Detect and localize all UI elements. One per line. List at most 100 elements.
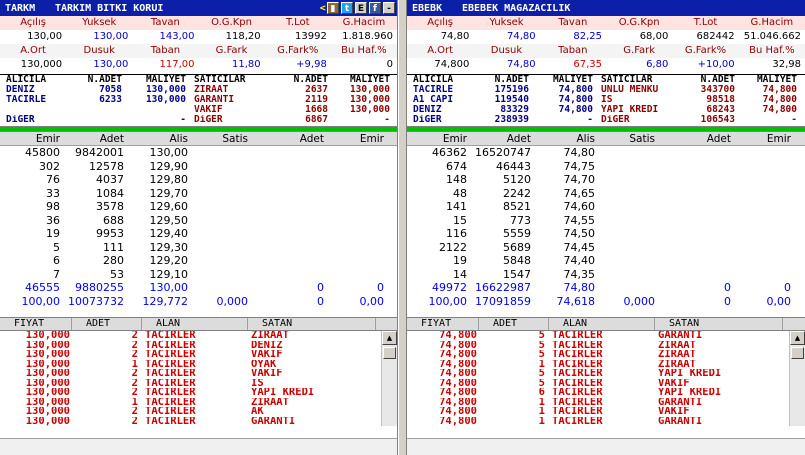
summary-value: 11,80 bbox=[198, 58, 265, 72]
summary-label: Bu Haf.% bbox=[738, 44, 805, 58]
broker-cell: - bbox=[587, 115, 593, 125]
broker-row[interactable]: DiGER - DiGER 6867- bbox=[0, 115, 397, 125]
depth-row[interactable]: 7 53 129,10 bbox=[0, 268, 397, 282]
depth-row[interactable]: 6 280 129,20 bbox=[0, 254, 397, 268]
trades-scrollbar[interactable]: ▲ bbox=[381, 331, 397, 426]
trade-row[interactable]: 130,000 2 TACIRLER VAKIF bbox=[0, 350, 397, 360]
depth-row[interactable]: 76 4037 129,80 bbox=[0, 173, 397, 187]
depth-cell bbox=[659, 160, 735, 174]
broker-row[interactable]: A1 CAPI 119540 74,800 IS 98518 74,800 bbox=[407, 95, 805, 105]
broker-cell: DiGER bbox=[6, 115, 35, 125]
broker-row[interactable]: DiGER 238939- DiGER 106543- bbox=[407, 115, 805, 125]
trade-row[interactable]: 130,000 2 TACIRLER ZIRAAT bbox=[0, 331, 397, 341]
depth-cell bbox=[192, 214, 252, 228]
depth-cell bbox=[599, 146, 659, 160]
trade-row[interactable]: 74,800 5 TACIRLER ZIRAAT bbox=[407, 341, 805, 351]
trades-col-header: FIYAT bbox=[0, 318, 72, 330]
depth-cell: 19 bbox=[453, 254, 467, 267]
broker-row[interactable]: TACIRLE 175196 74,800 UNLU MENKU 343700 74,80… bbox=[407, 85, 805, 95]
depth-col-header: Alis bbox=[169, 133, 189, 145]
e-icon[interactable]: E bbox=[355, 2, 367, 14]
trade-row[interactable]: 130,000 2 TACIRLER IS bbox=[0, 379, 397, 389]
trade-row[interactable]: 74,800 6 TACIRLER YAPI KREDI bbox=[407, 388, 805, 398]
trade-row[interactable]: 130,000 1 TACIRLER OYAK bbox=[0, 360, 397, 370]
trade-cell: TACIRLER bbox=[145, 416, 196, 426]
broker-row[interactable]: VAKIF 1668 130,000 bbox=[0, 105, 397, 115]
depth-cell bbox=[735, 214, 799, 228]
trade-row[interactable]: 74,800 5 TACIRLER VAKIF bbox=[407, 379, 805, 389]
trade-cell: YAPI KREDI bbox=[658, 388, 722, 398]
trade-row[interactable]: 74,800 5 TACIRLER ZIRAAT bbox=[407, 350, 805, 360]
depth-row[interactable]: 46362 16520747 74,80 bbox=[407, 146, 805, 160]
depth-row[interactable]: 141 8521 74,60 bbox=[407, 200, 805, 214]
minimize-icon[interactable]: - bbox=[383, 2, 395, 14]
depth-row[interactable]: 674 46443 74,75 bbox=[407, 160, 805, 174]
trade-row[interactable]: 130,000 2 TACIRLER GARANTI bbox=[0, 417, 397, 427]
stock-code: TARKM bbox=[5, 2, 36, 14]
depth-row[interactable]: 302 12578 129,90 bbox=[0, 160, 397, 174]
trade-cell: VAKIF bbox=[658, 378, 690, 388]
depth-row[interactable]: 98 3578 129,60 bbox=[0, 200, 397, 214]
trade-cell: 2 bbox=[131, 378, 138, 388]
depth-col-header: Adet bbox=[299, 133, 324, 145]
twitter-icon[interactable]: t bbox=[341, 2, 353, 14]
trade-row[interactable]: 130,000 2 TACIRLER DENIZ bbox=[0, 341, 397, 351]
trade-row[interactable]: 74,800 1 TACIRLER GARANTI bbox=[407, 417, 805, 427]
trade-row[interactable]: 130,000 2 TACIRLER VAKIF bbox=[0, 369, 397, 379]
depth-row[interactable]: 5 111 129,30 bbox=[0, 241, 397, 255]
depth-cell bbox=[599, 241, 659, 255]
facebook-icon[interactable]: f bbox=[369, 2, 381, 14]
trade-row[interactable]: 74,800 1 TACIRLER GARANTI bbox=[407, 398, 805, 408]
depth-cell bbox=[192, 200, 252, 214]
summary-label: Bu Haf.% bbox=[330, 44, 397, 58]
depth-total-cell: 16622987 bbox=[475, 281, 531, 294]
trade-cell: TACIRLER bbox=[552, 388, 603, 398]
book-icon[interactable]: ▮ bbox=[327, 2, 339, 14]
trade-row[interactable]: 74,800 5 TACIRLER YAPI KREDI bbox=[407, 369, 805, 379]
scroll-up-icon[interactable]: ▲ bbox=[790, 331, 805, 345]
depth-cell bbox=[599, 227, 659, 241]
depth-total-cell: 100,00 bbox=[21, 294, 61, 308]
depth-row[interactable]: 116 5559 74,50 bbox=[407, 227, 805, 241]
trade-row[interactable]: 74,800 1 TACIRLER ZIRAAT bbox=[407, 360, 805, 370]
trade-cell: 130,000 bbox=[25, 340, 70, 350]
broker-row[interactable]: TACIRLE 6233 130,000 GARANTI 2119 130,000 bbox=[0, 95, 397, 105]
trades-col-header: ADET bbox=[479, 318, 549, 330]
trade-row[interactable]: 74,800 5 TACIRLER GARANTI bbox=[407, 331, 805, 341]
depth-row[interactable]: 48 2242 74,65 bbox=[407, 187, 805, 201]
scroll-up-icon[interactable]: ▲ bbox=[382, 331, 397, 345]
depth-row[interactable]: 19 5848 74,40 bbox=[407, 254, 805, 268]
trade-cell: 5 bbox=[538, 378, 545, 388]
depth-total-cell: 0 bbox=[317, 281, 324, 294]
depth-cell: 36 bbox=[46, 213, 60, 227]
depth-row[interactable]: 45800 9842001 130,00 bbox=[0, 146, 397, 160]
depth-row[interactable]: 36 688 129,50 bbox=[0, 214, 397, 228]
depth-total-cell: 49972 bbox=[432, 281, 467, 294]
broker-row[interactable]: DENIZ 7058 130,000 ZIRAAT 2637 130,000 bbox=[0, 85, 397, 95]
depth-row[interactable]: 2122 5689 74,45 bbox=[407, 241, 805, 255]
depth-row[interactable]: 33 1084 129,70 bbox=[0, 187, 397, 201]
panel-title-bar[interactable]: TARKM TARKIM BITKI KORUI <ADBTKGHSRE ▮ t… bbox=[0, 0, 397, 16]
trade-cell: 74,800 bbox=[439, 359, 477, 369]
panel-divider[interactable] bbox=[398, 0, 407, 455]
depth-row[interactable]: 148 5120 74,70 bbox=[407, 173, 805, 187]
depth-total-row: 100,00 17091859 74,618 0,000 0 0,00 bbox=[407, 295, 805, 309]
depth-cell: 4037 bbox=[96, 173, 124, 186]
trade-row[interactable]: 74,800 1 TACIRLER VAKIF bbox=[407, 407, 805, 417]
scroll-thumb[interactable] bbox=[383, 347, 396, 359]
trade-row[interactable]: 130,000 1 TACIRLER ZIRAAT bbox=[0, 398, 397, 408]
depth-total-cell: 9880255 bbox=[75, 281, 124, 294]
broker-row[interactable]: DENIZ 83329 74,800 YAPI KREDI 68243 74,800 bbox=[407, 105, 805, 115]
depth-cell: 16520747 bbox=[475, 146, 531, 159]
trade-row[interactable]: 130,000 2 TACIRLER YAPI KREDI bbox=[0, 388, 397, 398]
depth-cell bbox=[252, 214, 328, 228]
depth-row[interactable]: 14 1547 74,35 bbox=[407, 268, 805, 282]
depth-row[interactable]: 19 9953 129,40 bbox=[0, 227, 397, 241]
depth-row[interactable]: 15 773 74,55 bbox=[407, 214, 805, 228]
trade-row[interactable]: 130,000 2 TACIRLER AK bbox=[0, 407, 397, 417]
scroll-thumb[interactable] bbox=[791, 347, 804, 359]
trades-col-header: FIYAT bbox=[407, 318, 479, 330]
summary-value: 67,35 bbox=[539, 58, 606, 72]
panel-title-bar[interactable]: EBEBK EBEBEK MAGAZACILIK bbox=[407, 0, 805, 16]
trades-scrollbar[interactable]: ▲ bbox=[789, 331, 805, 426]
